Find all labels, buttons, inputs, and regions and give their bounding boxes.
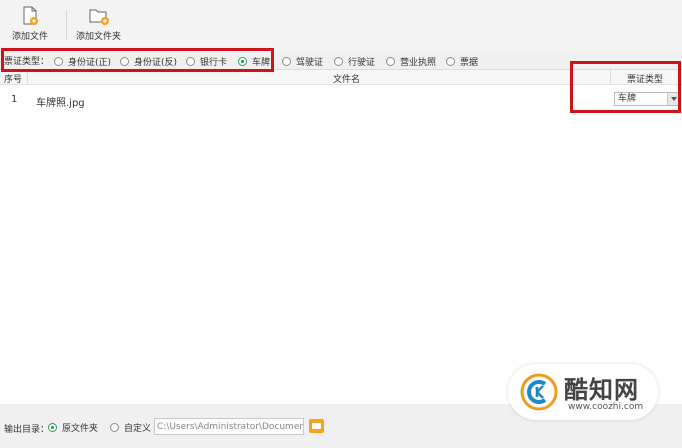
radio-original-folder[interactable]: 原文件夹 [48, 421, 98, 434]
radio-custom-folder[interactable]: 自定义 [110, 421, 151, 434]
add-file-label: 添加文件 [12, 32, 49, 42]
toolbar: 添加文件 添加文件夹 [0, 0, 682, 50]
add-folder-label: 添加文件夹 [76, 32, 122, 42]
annotation-box-type-column [570, 61, 681, 113]
coozhi-logo-icon [520, 373, 558, 411]
add-file-icon [23, 6, 38, 25]
radio-dot[interactable] [334, 57, 343, 66]
watermark-url: www.coozhi.com [568, 402, 644, 412]
radio-label: 自定义 [124, 424, 152, 434]
add-folder-icon [89, 9, 109, 25]
watermark-title: 酷知网 [564, 376, 639, 404]
row-filename: 车牌照.jpg [36, 98, 85, 109]
column-header-filename[interactable]: 文件名 [333, 72, 360, 85]
radio-label: 营业执照 [400, 58, 437, 68]
add-folder-button[interactable]: 添加文件夹 [76, 6, 121, 42]
column-header-index[interactable]: 序号 [4, 72, 22, 85]
folder-icon[interactable] [309, 419, 324, 433]
radio-driver-license[interactable]: 驾驶证 [282, 55, 323, 68]
output-directory-label: 输出目录： [4, 425, 50, 435]
watermark: 酷知网 www.coozhi.com [508, 364, 658, 420]
radio-label: 原文件夹 [62, 424, 99, 434]
file-table: 序号 文件名 票证类型 1 车牌照.jpg 车牌 [0, 69, 682, 404]
radio-vehicle-license[interactable]: 行驶证 [334, 55, 375, 68]
radio-receipt[interactable]: 票据 [446, 55, 478, 68]
radio-dot[interactable] [110, 423, 119, 432]
radio-label: 行驶证 [348, 58, 376, 68]
add-file-button[interactable]: 添加文件 [12, 6, 48, 42]
radio-label: 驾驶证 [296, 58, 324, 68]
toolbar-separator [66, 10, 67, 40]
output-path-input[interactable] [154, 418, 304, 435]
radio-label: 票据 [460, 58, 479, 68]
column-divider[interactable] [27, 70, 28, 85]
radio-dot[interactable] [386, 57, 395, 66]
radio-business-license[interactable]: 营业执照 [386, 55, 436, 68]
radio-dot[interactable] [446, 57, 455, 66]
radio-dot[interactable] [282, 57, 291, 66]
radio-dot-selected[interactable] [48, 423, 57, 432]
row-index: 1 [11, 94, 18, 105]
annotation-box-ticket-type [1, 48, 274, 72]
